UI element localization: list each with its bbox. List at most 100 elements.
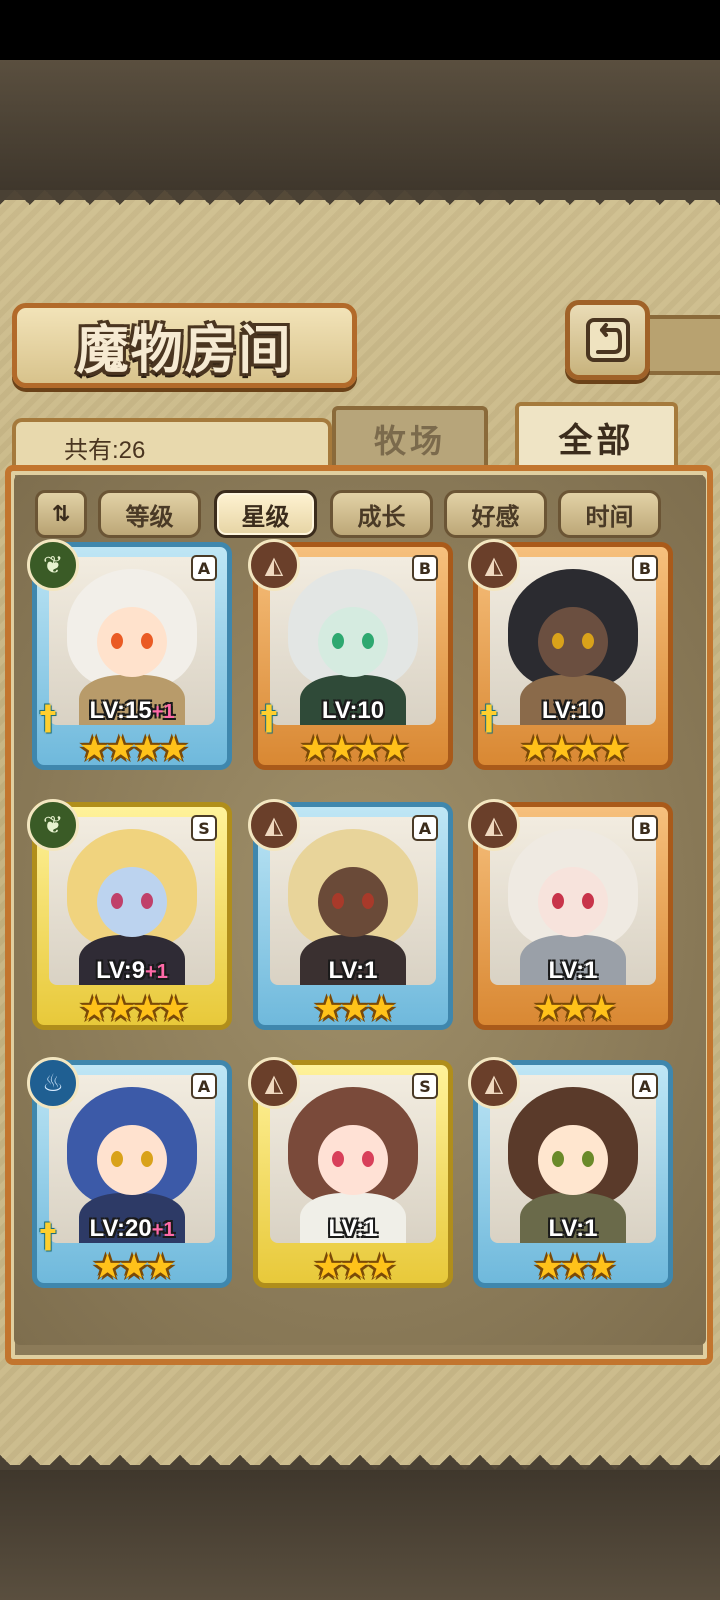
- monster-level: LV:1: [258, 1215, 448, 1243]
- star-rating: ★★★★: [79, 989, 189, 1029]
- tab-all-label: 全部: [558, 420, 635, 461]
- star-rating: ★★★★: [520, 729, 630, 769]
- portrait-eye: [111, 893, 123, 909]
- filter-level-button[interactable]: 等级: [98, 490, 201, 538]
- monster-level: LV:1: [478, 957, 668, 985]
- monster-count: 共有:26: [64, 437, 146, 464]
- star-rating: ★★★: [92, 1247, 175, 1287]
- monster-card[interactable]: ◭ B † LV:10 ★★★★: [468, 539, 673, 770]
- portrait-eye: [582, 633, 594, 649]
- sword-icon: †: [39, 1216, 57, 1256]
- monster-card[interactable]: ❦ A † LV:15+1 ★★★★: [27, 539, 232, 770]
- portrait-eye: [141, 1151, 153, 1167]
- filter-label: 等级: [125, 502, 174, 531]
- earth-element-icon: ◭: [468, 539, 520, 591]
- portrait-face: [318, 867, 388, 937]
- monster-card[interactable]: ♨ A † LV:20+1 ★★★: [27, 1057, 232, 1288]
- portrait-eye: [111, 1151, 123, 1167]
- filter-label: 时间: [585, 502, 634, 531]
- sword-icon: †: [260, 698, 278, 738]
- rarity-badge: S: [191, 815, 217, 841]
- page-title: 魔物房间: [76, 320, 293, 381]
- monster-card[interactable]: ◭ A LV:1 ★★★: [248, 799, 453, 1030]
- sword-icon: †: [480, 698, 498, 738]
- level-value: LV:10: [321, 697, 385, 724]
- portrait-eye: [111, 633, 123, 649]
- star-rating: ★★★★: [300, 729, 410, 769]
- level-bonus: +1: [151, 701, 175, 723]
- filter-label: 成长: [357, 502, 406, 531]
- level-value: LV:1: [328, 957, 378, 984]
- filter-growth-button[interactable]: 成长: [330, 490, 433, 538]
- water-element-icon: ♨: [27, 1057, 79, 1109]
- portrait-face: [538, 867, 608, 937]
- rarity-badge: A: [412, 815, 438, 841]
- portrait-face: [97, 607, 167, 677]
- portrait-eye: [362, 633, 374, 649]
- monster-level: LV:10: [478, 697, 668, 725]
- sort-order-icon: ⇅: [51, 501, 71, 527]
- level-value: LV:1: [548, 1215, 598, 1242]
- filter-affection-button[interactable]: 好感: [444, 490, 547, 538]
- level-value: LV:9: [96, 957, 146, 984]
- star-rating: ★★★: [533, 1247, 616, 1287]
- earth-element-icon: ◭: [248, 799, 300, 851]
- rarity-badge: S: [412, 1073, 438, 1099]
- rarity-badge: A: [191, 1073, 217, 1099]
- monster-level: LV:1: [478, 1215, 668, 1243]
- monster-count-tab: 共有:26: [12, 418, 332, 466]
- parchment-torn-edge-bottom: [0, 1440, 720, 1470]
- portrait-face: [97, 1125, 167, 1195]
- level-value: LV:15: [89, 697, 152, 724]
- star-rating: ★★★: [533, 989, 616, 1029]
- portrait-face: [538, 607, 608, 677]
- portrait-eye: [141, 633, 153, 649]
- portrait-eye: [141, 893, 153, 909]
- portrait-eye: [552, 633, 564, 649]
- portrait-eye: [332, 633, 344, 649]
- sort-order-button[interactable]: ⇅: [35, 490, 87, 538]
- portrait-face: [97, 867, 167, 937]
- portrait-eye: [362, 893, 374, 909]
- monster-card[interactable]: ◭ S LV:1 ★★★: [248, 1057, 453, 1288]
- tab-ranch[interactable]: 牧场: [332, 406, 488, 468]
- portrait-eye: [582, 893, 594, 909]
- level-value: LV:1: [548, 957, 598, 984]
- star-rating: ★★★: [313, 989, 396, 1029]
- rarity-badge: B: [632, 815, 658, 841]
- monster-level: LV:10: [258, 697, 448, 725]
- title-plate: 魔物房间: [12, 303, 357, 388]
- map-band-top: [0, 60, 720, 190]
- rarity-badge: B: [412, 555, 438, 581]
- filter-time-button[interactable]: 时间: [558, 490, 661, 538]
- earth-element-icon: ◭: [468, 799, 520, 851]
- star-rating: ★★★★: [79, 729, 189, 769]
- rarity-badge: B: [632, 555, 658, 581]
- rarity-badge: A: [191, 555, 217, 581]
- level-bonus: +1: [151, 1219, 175, 1241]
- back-button[interactable]: [565, 300, 650, 380]
- filter-star-button[interactable]: 星级: [214, 490, 317, 538]
- filter-label: 星级: [241, 502, 290, 531]
- monster-card[interactable]: ◭ B LV:1 ★★★: [468, 799, 673, 1030]
- sword-icon: †: [39, 698, 57, 738]
- portrait-eye: [552, 1151, 564, 1167]
- portrait-eye: [552, 893, 564, 909]
- back-arrow-icon: [585, 318, 630, 362]
- monster-card[interactable]: ◭ A LV:1 ★★★: [468, 1057, 673, 1288]
- level-value: LV:1: [328, 1215, 378, 1242]
- tab-all[interactable]: 全部: [515, 402, 678, 468]
- monster-card[interactable]: ❦ S LV:9+1 ★★★★: [27, 799, 232, 1030]
- portrait-eye: [362, 1151, 374, 1167]
- monster-card[interactable]: ◭ B † LV:10 ★★★★: [248, 539, 453, 770]
- plant-element-icon: ❦: [27, 539, 79, 591]
- filter-label: 好感: [471, 502, 520, 531]
- portrait-eye: [332, 1151, 344, 1167]
- portrait-face: [538, 1125, 608, 1195]
- parchment-torn-edge-top: [0, 190, 720, 220]
- portrait-eye: [332, 893, 344, 909]
- level-bonus: +1: [145, 961, 168, 983]
- portrait-face: [318, 1125, 388, 1195]
- tab-ranch-label: 牧场: [373, 422, 446, 460]
- monster-level: LV:9+1: [37, 957, 227, 985]
